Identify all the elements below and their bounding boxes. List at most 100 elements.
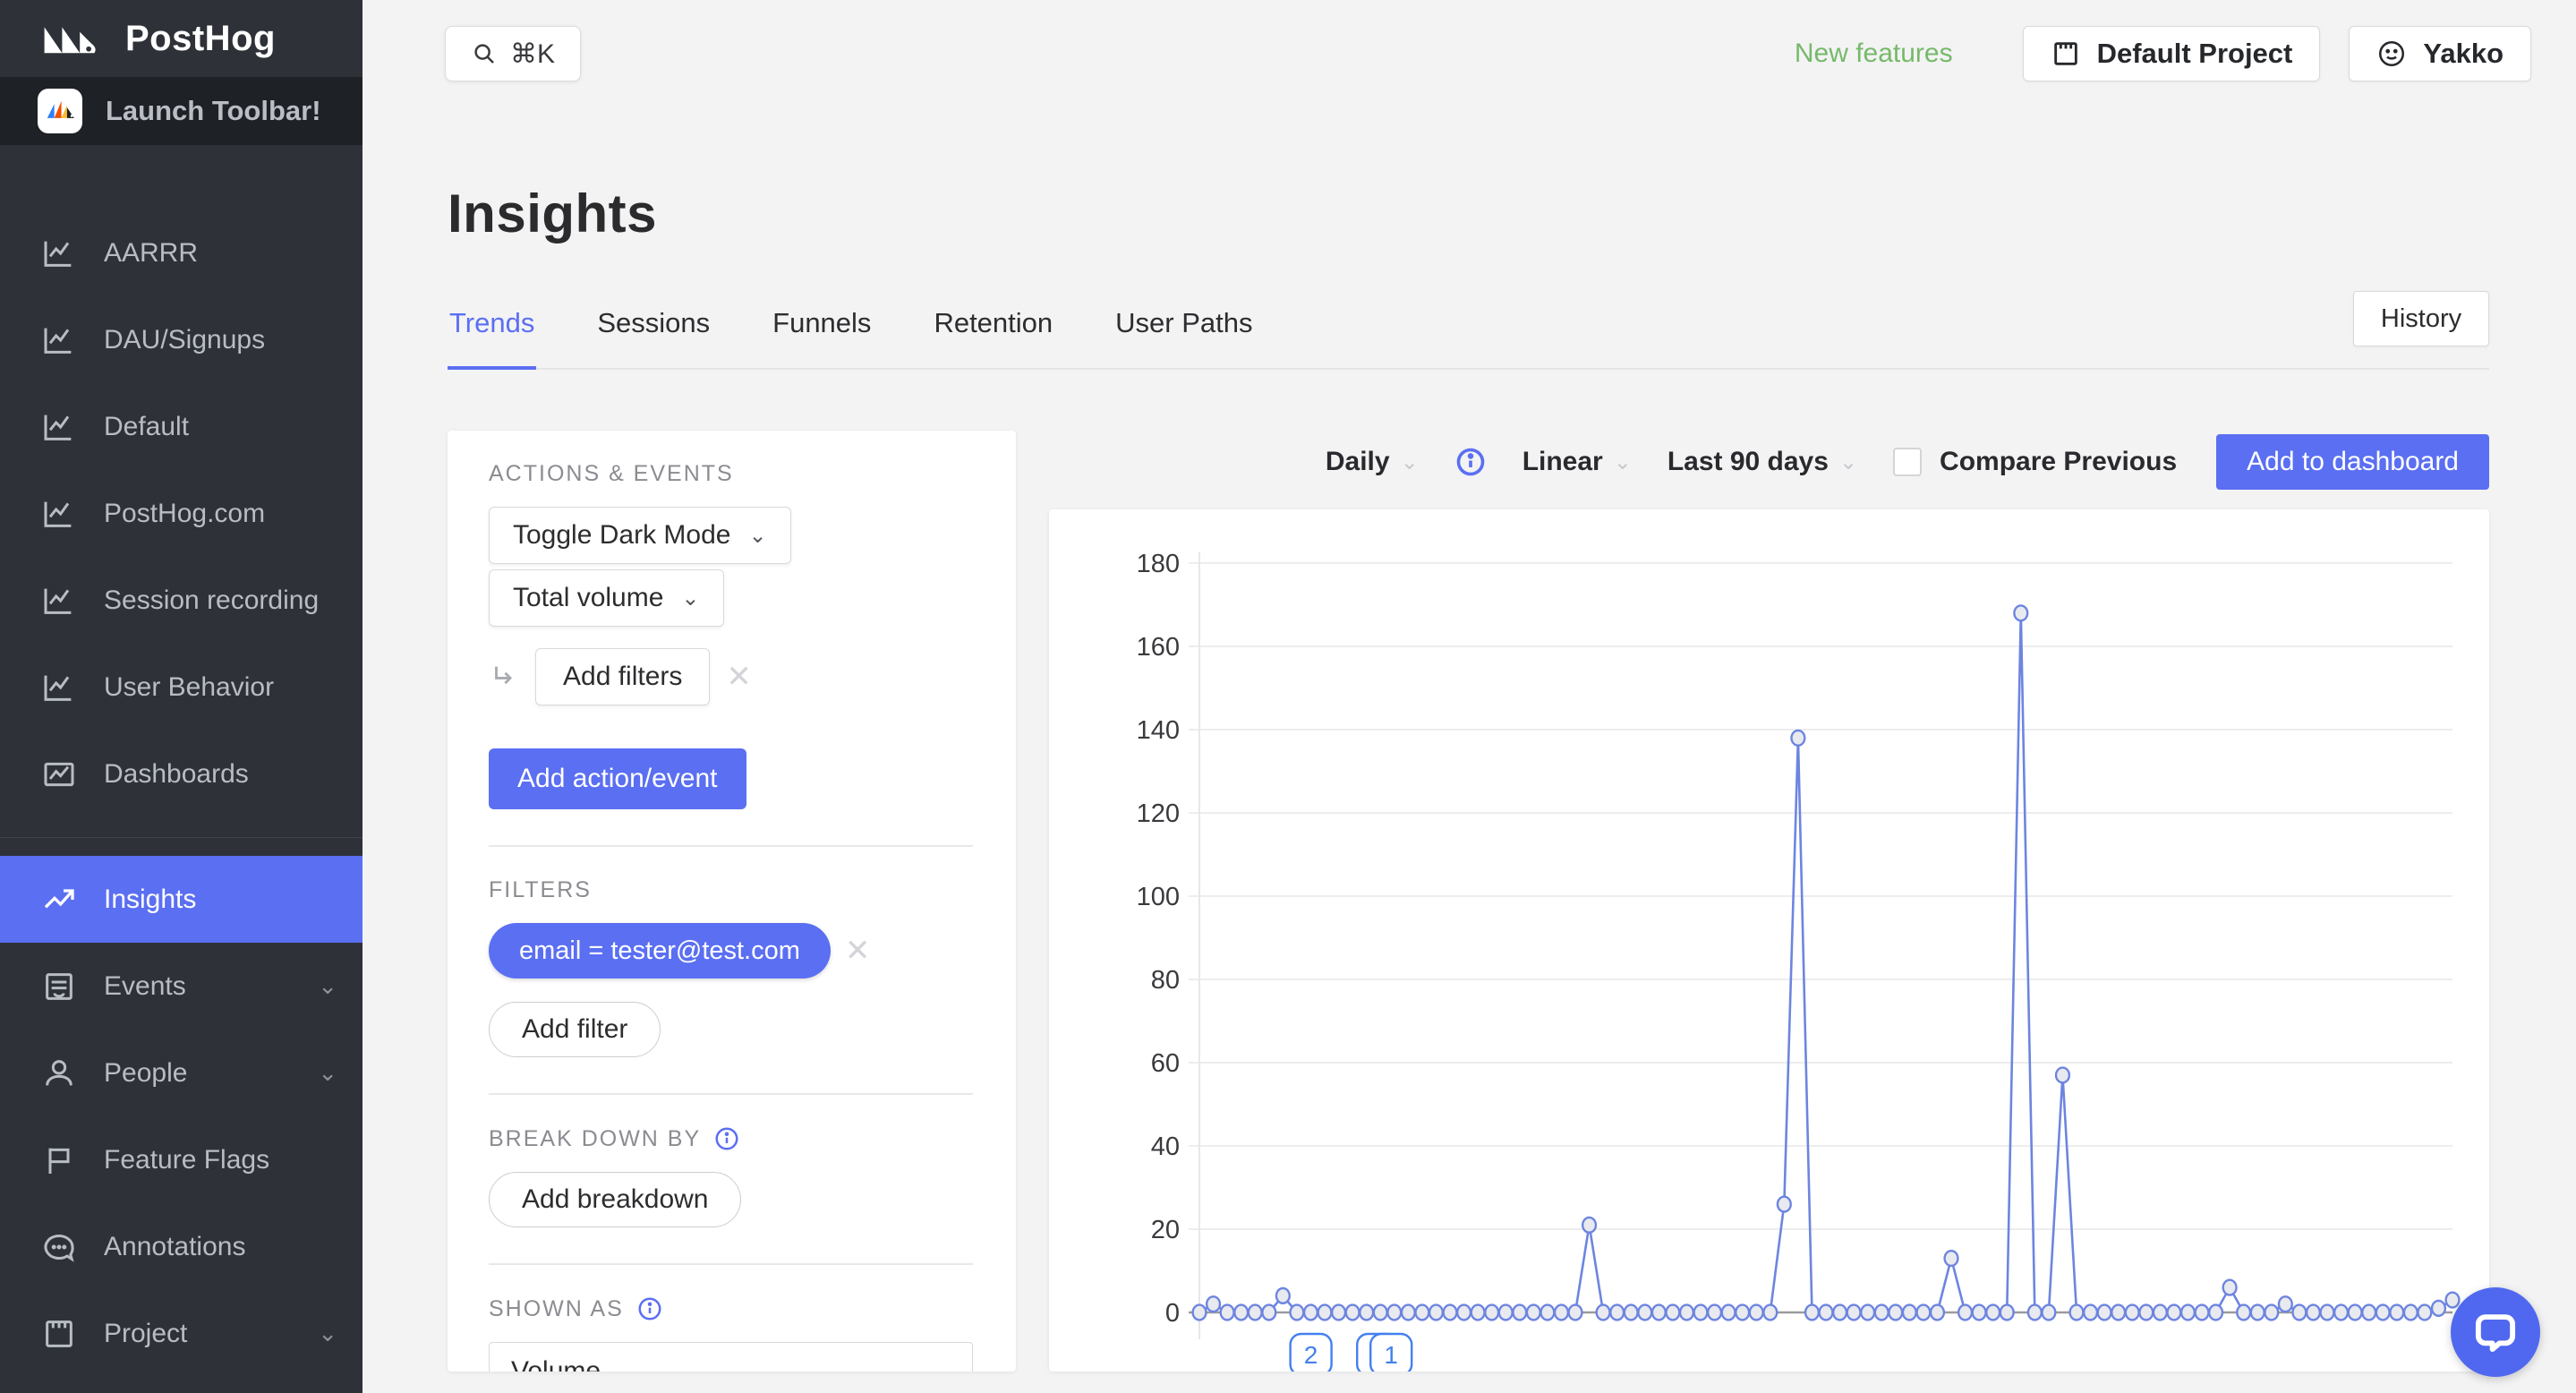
trend-chart-card: 0 20 40 60 80 100 120 140 160 180 2 1 [1049,509,2489,1372]
chevron-down-icon: ⌄ [927,1356,951,1372]
svg-text:40: 40 [1151,1132,1180,1161]
svg-text:20: 20 [1151,1216,1180,1244]
svg-text:80: 80 [1151,966,1180,995]
sidebar-item-dau-signups[interactable]: DAU/Signups [0,296,363,383]
page-title: Insights [448,184,658,244]
svg-text:1: 1 [1384,1341,1398,1369]
compare-previous-control: Compare Previous [1893,447,2177,477]
chevron-down-icon: ⌄ [681,585,700,611]
section-divider [489,845,973,847]
sidebar: PostHog Launch Toolbar! AARRR DAU/Signup… [0,0,363,1393]
flag-icon [48,1148,70,1174]
project-window-icon [2053,42,2077,65]
sidebar-item-aarrr[interactable]: AARRR [0,209,363,296]
query-panel: ACTIONS & EVENTS Toggle Dark Mode ⌄ Tota… [448,431,1016,1372]
filters-title: FILTERS [489,877,592,902]
add-to-dashboard-button[interactable]: Add to dashboard [2216,434,2489,490]
compare-previous-checkbox[interactable] [1893,448,1923,476]
section-divider [489,1263,973,1265]
chart-line-icon [44,501,72,527]
remove-entity-icon[interactable]: ✕ [726,659,752,695]
svg-text:0: 0 [1165,1299,1180,1328]
tab-funnels[interactable]: Funnels [771,295,873,368]
chevron-down-icon: ⌄ [318,972,337,999]
sidebar-item-session-recording[interactable]: Session recording [0,557,363,644]
add-breakdown-button[interactable]: Add breakdown [489,1172,742,1227]
dashboard-chart-icon [44,762,74,786]
breakdown-title: BREAK DOWN BY [489,1125,973,1152]
sidebar-item-annotations[interactable]: Annotations [0,1203,363,1290]
sidebar-item-project[interactable]: Project ⌄ [0,1290,363,1377]
tab-retention[interactable]: Retention [932,295,1054,368]
chart-controls: Daily ⌄ Linear ⌄ Last 90 days ⌄ Compare … [1049,431,2489,493]
person-icon [46,1059,73,1085]
info-icon[interactable] [636,1295,663,1322]
remove-filter-icon[interactable]: ✕ [845,933,871,969]
shown-as-select[interactable]: Volume ⌄ [489,1342,973,1372]
insight-editor: ACTIONS & EVENTS Toggle Dark Mode ⌄ Tota… [448,431,2489,1372]
sidebar-item-default[interactable]: Default [0,383,363,470]
math-selector[interactable]: Total volume ⌄ [489,569,724,627]
sidebar-item-insights[interactable]: Insights [0,856,363,943]
search-button[interactable]: ⌘K [445,26,581,81]
add-filters-button[interactable]: Add filters [535,648,711,705]
chevron-down-icon: ⌄ [318,1320,337,1346]
svg-text:180: 180 [1137,550,1180,578]
info-icon[interactable] [1454,446,1487,478]
speech-bubble-icon [44,1234,74,1262]
sidebar-item-people[interactable]: People ⌄ [0,1030,363,1116]
sidebar-item-events[interactable]: Events ⌄ [0,943,363,1030]
date-range-dropdown[interactable]: Last 90 days ⌄ [1668,447,1857,477]
chevron-down-icon: ⌄ [1400,449,1419,474]
tab-user-paths[interactable]: User Paths [1113,295,1254,368]
sidebar-item-user-behavior[interactable]: User Behavior [0,644,363,731]
chart-line-icon [44,588,72,614]
events-list-icon [46,972,73,1000]
chevron-down-icon: ⌄ [318,1059,337,1086]
info-icon[interactable] [713,1125,740,1152]
history-button[interactable]: History [2353,291,2489,346]
trend-chart-svg[interactable]: 0 20 40 60 80 100 120 140 160 180 2 1 [1049,509,2489,1372]
project-switcher-button[interactable]: Default Project [2022,26,2321,81]
chart-style-dropdown[interactable]: Linear ⌄ [1523,447,1632,477]
topbar: ⌘K New features Default Project Yakko [363,0,2576,107]
tab-sessions[interactable]: Sessions [595,295,712,368]
filter-chip-email[interactable]: email = tester@test.com [489,923,831,979]
chat-bubble-icon [2475,1314,2516,1353]
sidebar-divider [0,837,363,838]
interval-dropdown[interactable]: Daily ⌄ [1326,447,1419,477]
smiley-icon [2379,40,2405,67]
svg-text:100: 100 [1137,883,1180,911]
posthog-logo[interactable]: PostHog [0,0,363,77]
svg-text:140: 140 [1137,716,1180,745]
new-features-link[interactable]: New features [1795,38,1953,69]
chart-line-icon [44,675,72,701]
sidebar-item-feature-flags[interactable]: Feature Flags [0,1116,363,1203]
chevron-down-icon: ⌄ [1838,449,1858,474]
main-content: ⌘K New features Default Project Yakko In… [363,0,2576,1393]
posthog-hedgehog-icon [44,27,96,54]
sidebar-item-dashboards[interactable]: Dashboards [0,731,363,817]
chart-line-icon [44,328,72,354]
trending-up-icon [44,888,74,909]
chat-launcher-button[interactable] [2451,1287,2540,1377]
tabs-bar: Trends Sessions Funnels Retention User P… [448,291,2489,370]
section-divider [489,1093,973,1095]
project-window-icon [46,1320,73,1347]
search-shortcut: ⌘K [509,38,555,69]
actions-events-title: ACTIONS & EVENTS [489,461,734,486]
add-filter-button[interactable]: Add filter [489,1002,661,1057]
add-action-event-button[interactable]: Add action/event [489,748,746,809]
chart-line-icon [44,414,72,440]
tab-trends[interactable]: Trends [448,295,537,370]
launch-toolbar-button[interactable]: Launch Toolbar! [0,77,363,145]
chart-line-icon [44,241,72,267]
svg-text:120: 120 [1137,799,1180,828]
logo-text: PostHog [125,18,276,58]
nested-arrow-icon [495,666,513,685]
sidebar-item-posthog-com[interactable]: PostHog.com [0,470,363,557]
sidebar-menu: AARRR DAU/Signups Default PostHog.com Se… [0,145,363,1377]
user-menu-button[interactable]: Yakko [2349,26,2531,81]
svg-text:60: 60 [1151,1049,1180,1078]
svg-text:160: 160 [1137,633,1180,662]
